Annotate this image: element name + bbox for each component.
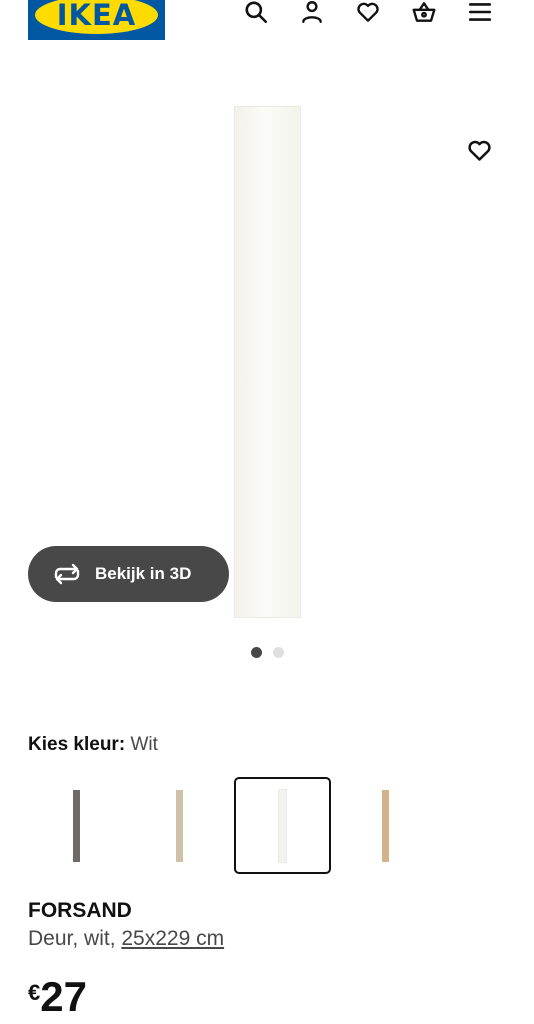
swatch-image bbox=[382, 789, 389, 862]
product-type: Deur, wit, bbox=[28, 927, 116, 950]
product-description: Deur, wit, 25x229 cm bbox=[28, 927, 224, 951]
user-icon[interactable] bbox=[294, 0, 330, 30]
product-image[interactable] bbox=[234, 106, 301, 618]
menu-icon[interactable] bbox=[462, 0, 498, 30]
ikea-logo[interactable]: IKEA bbox=[28, 0, 165, 40]
swatch-image bbox=[279, 789, 286, 862]
heart-icon bbox=[467, 140, 491, 161]
price-currency: € bbox=[28, 980, 41, 1005]
heart-icon[interactable] bbox=[350, 0, 386, 30]
color-label: Kies kleur: bbox=[28, 734, 126, 755]
rotate-3d-icon bbox=[51, 563, 83, 585]
color-swatch-1[interactable] bbox=[28, 777, 125, 874]
swatch-image bbox=[73, 789, 80, 862]
add-to-favourites-button[interactable] bbox=[463, 134, 495, 166]
product-name: FORSAND bbox=[28, 899, 132, 922]
color-swatch-4[interactable] bbox=[337, 777, 434, 874]
product-dimensions-link[interactable]: 25x229 cm bbox=[121, 927, 224, 950]
selected-color-value: Wit bbox=[130, 734, 158, 755]
color-swatch-3-selected[interactable] bbox=[234, 777, 331, 874]
carousel-dot-active[interactable] bbox=[251, 647, 262, 658]
logo-text: IKEA bbox=[56, 0, 137, 32]
view-in-3d-button[interactable]: Bekijk in 3D bbox=[28, 546, 229, 602]
swatch-image bbox=[176, 789, 183, 862]
carousel-dot[interactable] bbox=[273, 647, 284, 658]
price-amount: 27 bbox=[40, 973, 87, 1020]
color-swatch-2[interactable] bbox=[131, 777, 228, 874]
logo-oval: IKEA bbox=[35, 0, 158, 34]
basket-icon[interactable] bbox=[406, 0, 442, 30]
product-price: € 27 bbox=[28, 974, 87, 1018]
view-in-3d-label: Bekijk in 3D bbox=[95, 564, 192, 583]
search-icon[interactable] bbox=[238, 0, 274, 30]
color-picker-label: Kies kleur: Wit bbox=[28, 734, 158, 756]
